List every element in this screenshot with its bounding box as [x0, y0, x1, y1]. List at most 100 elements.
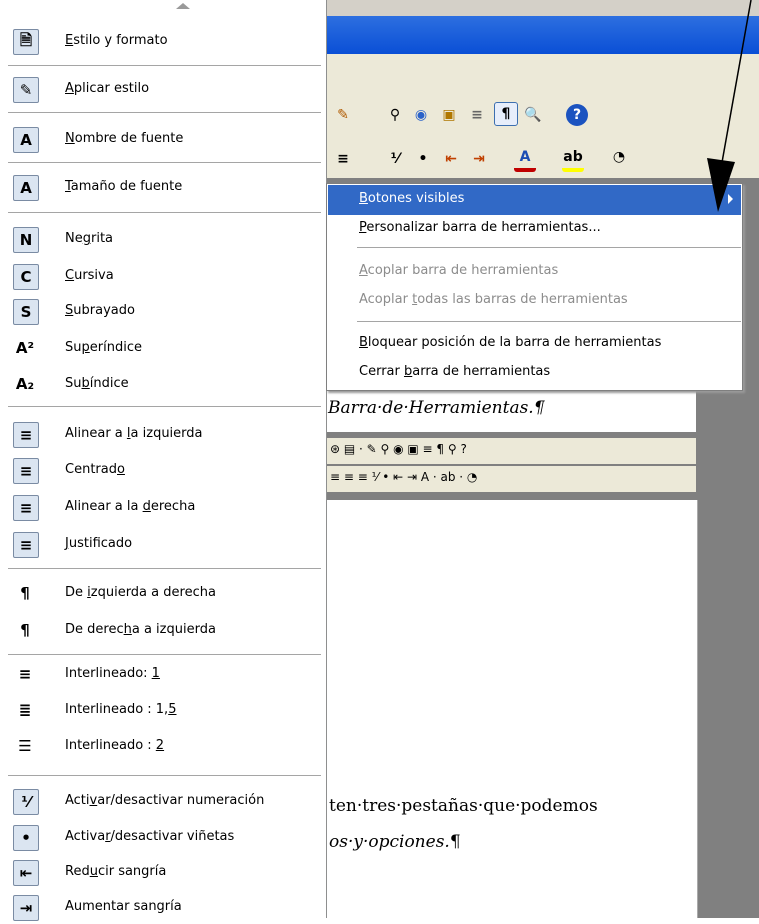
mini-toolbar-icons: ⊛ ▤ · ✎ ⚲ ◉ ▣ ≡ ¶ ⚲ ? — [330, 442, 467, 456]
underline-icon: S — [13, 299, 39, 325]
bullets-toolbar-icon[interactable]: • — [412, 148, 434, 170]
ltr-icon: ¶ — [20, 584, 30, 602]
menu-item-label: De izquierda a derecha — [65, 585, 216, 600]
menu-item-label: Activar/desactivar numeración — [65, 793, 265, 808]
menu-item-label: De derecha a izquierda — [65, 622, 216, 637]
menu-item-subrayado[interactable]: S Subrayado — [0, 296, 326, 328]
context-item-label: Acoplar barra de herramientas — [359, 263, 559, 278]
bullets-icon: • — [13, 825, 39, 851]
help-icon[interactable]: ? — [566, 104, 588, 126]
menu-item-estilo[interactable]: 🗎 Estilo y formato — [0, 26, 326, 58]
gallery-icon[interactable]: ▣ — [438, 104, 460, 126]
menu-item-cursiva[interactable]: C Cursiva — [0, 261, 326, 293]
menu-item-label: Interlineado : 1,5 — [65, 702, 177, 717]
find-icon[interactable]: ⚲ — [384, 104, 406, 126]
embedded-toolbar-image-1: ⊛ ▤ · ✎ ⚲ ◉ ▣ ≡ ¶ ⚲ ? — [326, 438, 696, 464]
menu-item-label: Alinear a la izquierda — [65, 426, 203, 441]
font-name-icon: A — [13, 127, 39, 153]
apply-style-icon: ✎ — [13, 77, 39, 103]
menu-item-nombre-fuente[interactable]: A Nombre de fuente — [0, 124, 326, 156]
document-page-top: Barra·de·Herramientas.¶ — [326, 388, 696, 432]
line-spacing-1-icon: ≡ — [18, 665, 32, 683]
navigator-icon[interactable]: ◉ — [410, 104, 432, 126]
menu-item-label: Interlineado: 1 — [65, 666, 160, 681]
align-center-icon: ≡ — [13, 458, 39, 484]
menu-item-label: Justificado — [65, 536, 133, 551]
justify-toolbar-icon[interactable]: ≡ — [332, 148, 354, 170]
menu-item-label: Tamaño de fuente — [65, 179, 183, 194]
justify-icon: ≡ — [13, 532, 39, 558]
bold-icon: N — [13, 227, 39, 253]
menu-item-superindice[interactable]: A² Superíndice — [0, 333, 326, 365]
menu-item-aplicar[interactable]: ✎ Aplicar estilo — [0, 74, 326, 106]
menu-item-interlineado-15[interactable]: ≣ Interlineado : 1,5 — [0, 695, 326, 727]
menu-item-negrita[interactable]: N Negrita — [0, 224, 326, 256]
menu-item-reducir[interactable]: ⇤ Reducir sangría — [0, 857, 326, 889]
embedded-toolbar-image-2: ≡ ≡ ≡ ⅟ • ⇤ ⇥ A · ab · ◔ — [326, 466, 696, 492]
toolbar-buttons-menu: 🗎 Estilo y formato ✎ Aplicar estilo A Nombre … — [0, 0, 327, 921]
menu-item-label: Alinear a la derecha — [65, 499, 196, 514]
styles-icon: 🗎 — [13, 29, 39, 55]
menu-item-label: Nombre de fuente — [65, 131, 184, 146]
context-item-label: Botones visibles — [359, 191, 465, 206]
menu-item-justificado[interactable]: ≡ Justificado — [0, 529, 326, 561]
menu-separator — [8, 112, 321, 113]
formatting-toolbar: ≡ ⅟ • ⇤ ⇥ A ab ◔ — [326, 138, 759, 179]
menu-item-vinetas[interactable]: • Activar/desactivar viñetas — [0, 822, 326, 854]
menu-item-label: Interlineado : 2 — [65, 738, 165, 753]
decrease-indent-icon: ⇤ — [13, 860, 39, 886]
standard-toolbar: ✎ ⚲ ◉ ▣ ≡ ¶ 🔍 ? — [326, 92, 759, 139]
menu-separator — [8, 568, 321, 569]
menu-item-interlineado-1[interactable]: ≡ Interlineado: 1 — [0, 659, 326, 691]
menu-item-label: Aplicar estilo — [65, 81, 150, 96]
context-separator — [357, 321, 741, 322]
background-color-icon[interactable]: ◔ — [608, 146, 630, 168]
menu-item-label: Centrado — [65, 462, 125, 477]
menu-item-centrado[interactable]: ≡ Centrado — [0, 455, 326, 487]
menu-item-label: Aumentar sangría — [65, 899, 182, 914]
context-item-cerrar[interactable]: Cerrar barra de herramientas — [328, 358, 741, 388]
menu-item-label: Cursiva — [65, 268, 114, 283]
context-item-bloquear[interactable]: Bloquear posición de la barra de herrami… — [328, 329, 741, 359]
numbering-toolbar-icon[interactable]: ⅟ — [384, 148, 406, 170]
menu-item-tamano-fuente[interactable]: A Tamaño de fuente — [0, 172, 326, 204]
highlight-icon[interactable]: ab — [562, 146, 584, 172]
context-item-label: Cerrar barra de herramientas — [359, 364, 551, 379]
window-titlebar — [326, 16, 759, 54]
font-color-icon[interactable]: A — [514, 146, 536, 172]
formatting-marks-icon[interactable]: ¶ — [494, 102, 518, 126]
menu-item-alinear-izq[interactable]: ≡ Alinear a la izquierda — [0, 419, 326, 451]
context-item-label: Acoplar todas las barras de herramientas — [359, 292, 628, 307]
menu-item-aumentar[interactable]: ⇥ Aumentar sangría — [0, 892, 326, 924]
increase-indent-icon: ⇥ — [13, 895, 39, 921]
menu-item-alinear-der[interactable]: ≡ Alinear a la derecha — [0, 492, 326, 524]
submenu-arrow-icon — [728, 194, 733, 204]
menu-separator — [8, 65, 321, 66]
menu-item-interlineado-2[interactable]: ☰ Interlineado : 2 — [0, 731, 326, 763]
menu-separator — [8, 212, 321, 213]
context-item-botones-visibles[interactable]: Botones visibles — [328, 185, 741, 215]
decrease-indent-toolbar-icon[interactable]: ⇤ — [440, 148, 462, 170]
scroll-up-arrow-icon[interactable] — [176, 3, 190, 9]
menu-item-subindice[interactable]: A₂ Subíndice — [0, 369, 326, 401]
menu-separator — [8, 406, 321, 407]
menu-item-label: Reducir sangría — [65, 864, 167, 879]
zoom-icon[interactable]: 🔍 — [522, 104, 544, 126]
align-left-icon: ≡ — [13, 422, 39, 448]
chart-icon[interactable]: ✎ — [332, 104, 354, 126]
menu-item-izq-der[interactable]: ¶ De izquierda a derecha — [0, 578, 326, 610]
increase-indent-toolbar-icon[interactable]: ⇥ — [468, 148, 490, 170]
menu-item-numeracion[interactable]: ⅟ Activar/desactivar numeración — [0, 786, 326, 818]
menu-item-label: Activar/desactivar viñetas — [65, 829, 235, 844]
mini-toolbar2-icons: ≡ ≡ ≡ ⅟ • ⇤ ⇥ A · ab · ◔ — [330, 470, 478, 484]
rtl-icon: ¶ — [20, 621, 30, 639]
menu-separator — [8, 654, 321, 655]
menu-separator — [8, 162, 321, 163]
datasources-icon[interactable]: ≡ — [466, 104, 488, 126]
menu-separator — [8, 775, 321, 776]
context-item-personalizar[interactable]: Personalizar barra de herramientas... — [328, 214, 741, 244]
menu-item-der-izq[interactable]: ¶ De derecha a izquierda — [0, 615, 326, 647]
document-page[interactable]: ten·tres·pestañas·que·podemos os·y·opcio… — [326, 500, 698, 918]
line-spacing-2-icon: ☰ — [18, 737, 32, 755]
superscript-icon: A² — [15, 339, 35, 357]
